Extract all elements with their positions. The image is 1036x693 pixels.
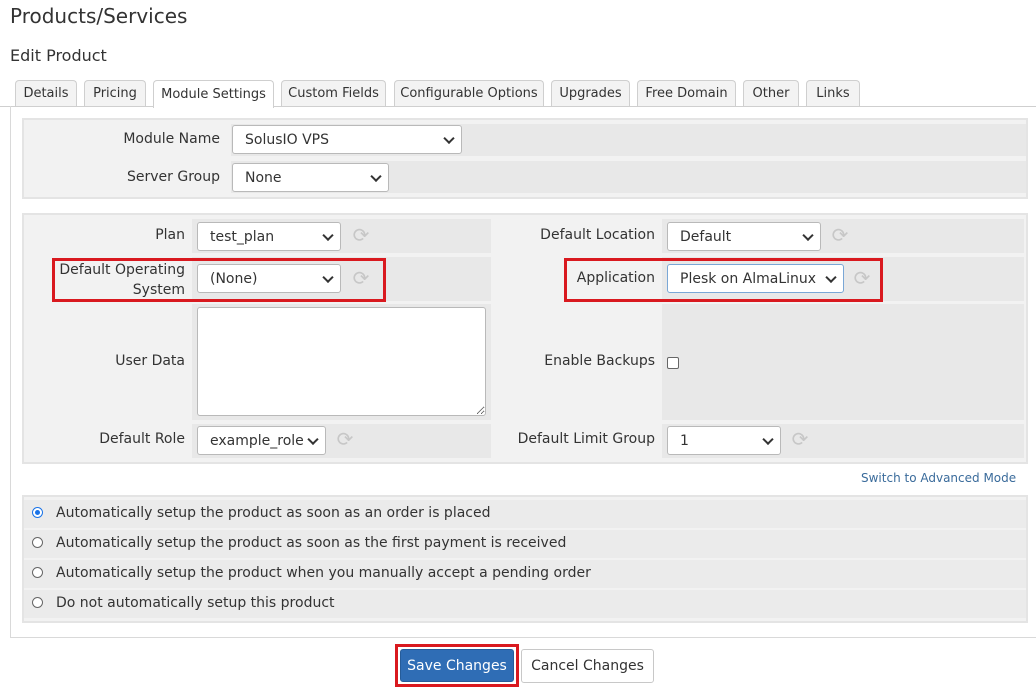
default-location-select[interactable]: Default: [667, 222, 821, 251]
tab-configurable-options[interactable]: Configurable Options: [394, 80, 544, 106]
refresh-icon[interactable]: ⟳: [830, 225, 850, 245]
page-title: Products/Services: [10, 4, 188, 28]
default-limit-group-value: 1: [680, 432, 689, 449]
tab-links[interactable]: Links: [806, 80, 860, 106]
cancel-changes-button[interactable]: Cancel Changes: [521, 649, 654, 683]
radio-button[interactable]: [32, 597, 43, 608]
default-limit-group-select[interactable]: 1: [667, 426, 781, 455]
enable-backups-cell: [662, 304, 1024, 420]
setup-option-label: Automatically setup the product as soon …: [56, 505, 491, 521]
setup-option-row[interactable]: Do not automatically setup this product: [24, 590, 1026, 618]
tab-free-domain[interactable]: Free Domain: [637, 80, 736, 106]
radio-button-selected[interactable]: [32, 507, 43, 518]
module-name-select[interactable]: SolusIO VPS: [232, 125, 462, 154]
radio-button[interactable]: [32, 537, 43, 548]
tab-details[interactable]: Details: [15, 80, 77, 106]
plan-value: test_plan: [210, 228, 275, 245]
plan-label: Plan: [155, 227, 185, 243]
switch-advanced-mode-link[interactable]: Switch to Advanced Mode: [861, 471, 1016, 485]
chevron-down-icon: [762, 433, 774, 445]
server-group-select[interactable]: None: [232, 163, 389, 192]
chevron-down-icon: [443, 132, 455, 144]
highlight-default-os: [52, 258, 386, 302]
chevron-down-icon: [802, 229, 814, 241]
default-role-value: example_role: [210, 432, 304, 449]
default-limit-group-label: Default Limit Group: [517, 431, 655, 447]
setup-option-label: Automatically setup the product when you…: [56, 565, 591, 581]
default-location-value: Default: [680, 228, 732, 245]
highlight-save-button: [395, 644, 519, 687]
setup-option-label: Automatically setup the product as soon …: [56, 535, 567, 551]
refresh-icon[interactable]: ⟳: [335, 429, 355, 449]
highlight-application: [564, 258, 883, 302]
default-location-label: Default Location: [540, 227, 655, 243]
setup-option-row[interactable]: Automatically setup the product as soon …: [24, 500, 1026, 528]
enable-backups-label: Enable Backups: [544, 353, 655, 369]
enable-backups-checkbox[interactable]: [667, 357, 679, 369]
setup-option-label: Do not automatically setup this product: [56, 595, 335, 611]
tab-pricing[interactable]: Pricing: [84, 80, 146, 106]
tab-other[interactable]: Other: [743, 80, 799, 106]
chevron-down-icon: [307, 433, 319, 445]
user-data-label: User Data: [115, 353, 185, 369]
refresh-icon[interactable]: ⟳: [351, 225, 371, 245]
default-role-select[interactable]: example_role: [197, 426, 326, 455]
user-data-textarea[interactable]: [197, 307, 486, 416]
default-role-label: Default Role: [99, 431, 185, 447]
server-group-value: None: [245, 169, 282, 186]
refresh-icon[interactable]: ⟳: [790, 429, 810, 449]
chevron-down-icon: [322, 229, 334, 241]
module-name-label: Module Name: [123, 131, 220, 147]
setup-option-row[interactable]: Automatically setup the product as soon …: [24, 530, 1026, 558]
tab-custom-fields[interactable]: Custom Fields: [281, 80, 386, 106]
chevron-down-icon: [370, 170, 382, 182]
setup-option-row[interactable]: Automatically setup the product when you…: [24, 560, 1026, 588]
plan-select[interactable]: test_plan: [197, 222, 341, 251]
module-name-value: SolusIO VPS: [245, 131, 330, 148]
radio-button[interactable]: [32, 567, 43, 578]
tab-module-settings[interactable]: Module Settings: [153, 80, 274, 108]
server-group-label: Server Group: [127, 169, 220, 185]
page-subtitle: Edit Product: [10, 46, 107, 65]
tab-upgrades[interactable]: Upgrades: [551, 80, 630, 106]
